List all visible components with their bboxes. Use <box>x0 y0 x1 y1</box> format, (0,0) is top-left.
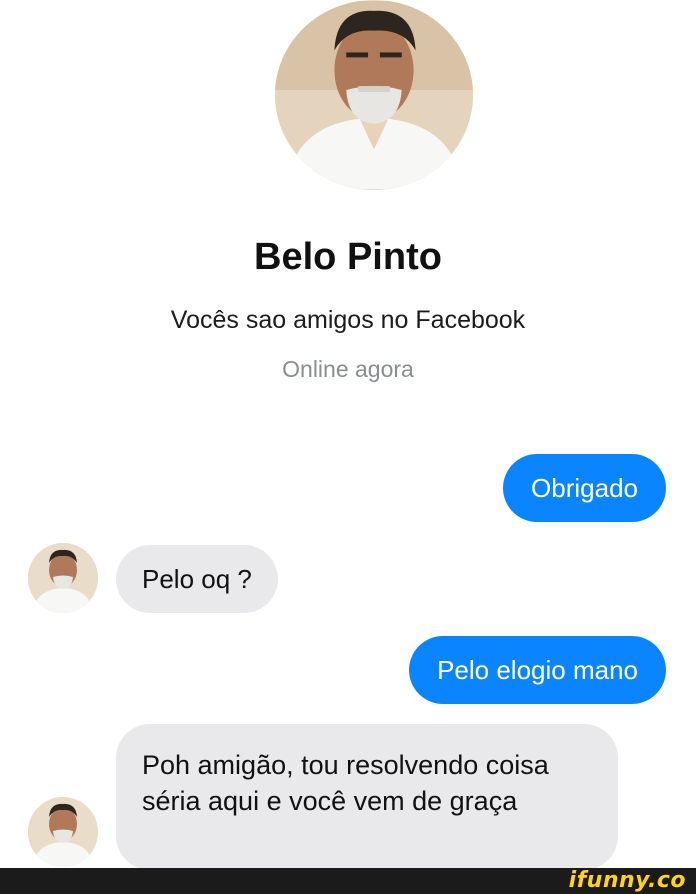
friendship-status: Vocês sao amigos no Facebook <box>170 306 526 334</box>
contact-name: Belo Pinto <box>254 236 442 278</box>
contact-avatar[interactable] <box>28 543 98 613</box>
message-bubble-incoming[interactable]: Poh amigão, tou resolvendo coisa séria a… <box>116 724 618 870</box>
message-bubble-incoming[interactable]: Pelo oq ? <box>116 545 278 613</box>
online-status: Online agora <box>282 356 414 382</box>
person-portrait-image <box>275 0 473 190</box>
ifunny-watermark: ifunny.co <box>568 868 686 893</box>
message-bubble-outgoing[interactable]: Obrigado <box>503 454 666 522</box>
contact-profile-photo[interactable] <box>275 0 473 190</box>
person-avatar-image <box>28 797 98 867</box>
contact-avatar[interactable] <box>28 797 98 867</box>
person-avatar-image <box>28 543 98 613</box>
message-bubble-outgoing[interactable]: Pelo elogio mano <box>409 636 666 704</box>
